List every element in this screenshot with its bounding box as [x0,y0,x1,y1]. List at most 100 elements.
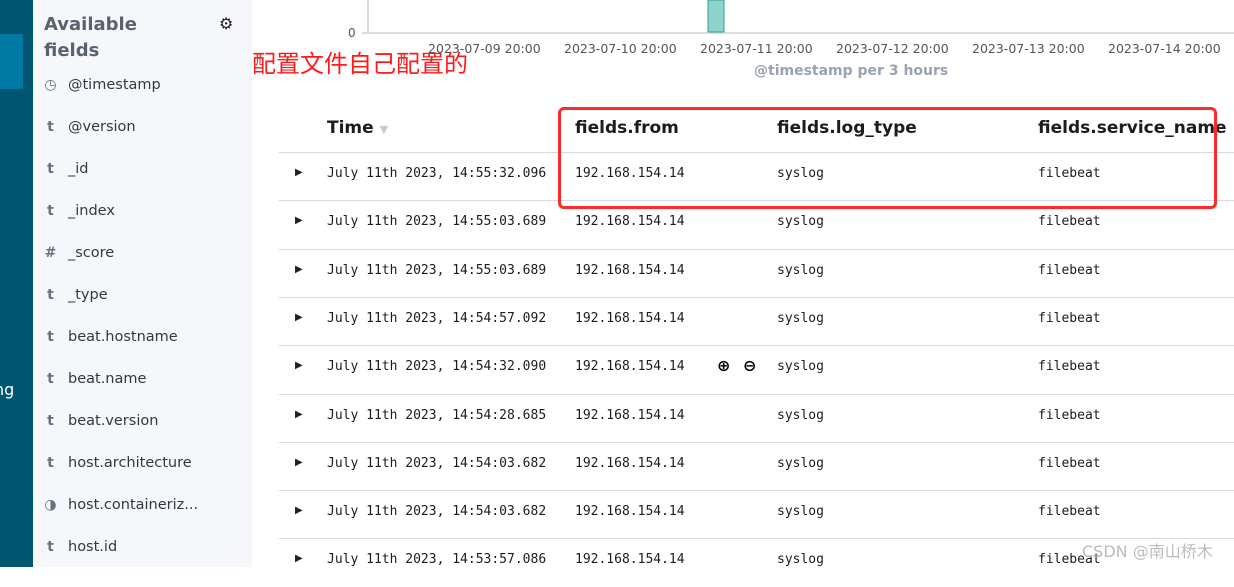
string-type-icon: t [47,413,54,429]
field-item[interactable]: t host.id [33,535,117,559]
table-cell: July 11th 2023, 14:54:32.090 [327,359,547,375]
expand-row-icon[interactable]: ▶ [295,215,303,226]
x-tick-label: 2023-07-13 20:00 [972,41,1085,56]
expand-row-icon[interactable]: ▶ [295,167,303,178]
expand-row-icon[interactable]: ▶ [295,457,303,468]
table-row[interactable]: ▶ July 11th 2023, 14:54:57.092 192.168.154… [279,296,1234,346]
number-type-icon: # [44,245,57,261]
table-cell: July 11th 2023, 14:54:28.685 [327,407,547,423]
y-tick-label: 0 [348,26,356,40]
table-cell: filebeat [1038,504,1101,520]
sidebar-title: Available fields [44,14,137,61]
table-cell: 192.168.154.14 [575,455,685,471]
string-type-icon: t [47,455,54,471]
table-cell: July 11th 2023, 14:53:57.086 [327,552,547,568]
table-cell: July 11th 2023, 14:54:03.682 [327,455,547,471]
x-tick-label: 2023-07-11 20:00 [700,41,813,56]
column-header-time[interactable]: Time ▼ [327,118,388,138]
table-cell: 192.168.154.14 [575,310,685,326]
table-cell: filebeat [1038,359,1101,375]
nav-active-item[interactable] [0,34,23,89]
table-cell: syslog [777,214,824,230]
table-cell: syslog [777,455,824,471]
table-cell: syslog [777,552,824,568]
table-cell: filebeat [1038,310,1101,326]
table-row[interactable]: ▶ July 11th 2023, 14:55:03.689 192.168.154… [279,248,1234,298]
table-cell: July 11th 2023, 14:54:03.682 [327,504,547,520]
header-label: Time [327,118,374,138]
table-cell: July 11th 2023, 14:55:03.689 [327,262,547,278]
table-cell: filebeat [1038,407,1101,423]
x-tick-label: 2023-07-10 20:00 [564,41,677,56]
string-type-icon: t [47,161,54,177]
field-item[interactable]: t _id [33,157,88,181]
field-name: host.id [68,539,118,555]
field-name: host.containeriz... [68,497,199,513]
field-name: host.architecture [68,455,192,471]
annotation-text: 配置文件自己配置的 [252,50,468,78]
table-cell: 192.168.154.14 [575,262,685,278]
highlight-box [558,107,1217,209]
string-type-icon: t [47,371,54,387]
table-cell: July 11th 2023, 14:55:03.689 [327,214,547,230]
table-row[interactable]: ▶ July 11th 2023, 14:54:03.682 192.168.154… [279,441,1234,491]
table-cell: syslog [777,504,824,520]
field-name: beat.hostname [68,329,178,345]
field-name: @version [68,119,136,135]
field-name: _index [68,203,115,219]
expand-row-icon[interactable]: ▶ [295,312,303,323]
expand-row-icon[interactable]: ▶ [295,264,303,275]
expand-row-icon[interactable]: ▶ [295,553,303,564]
field-item[interactable]: ◑ host.containeriz... [33,493,198,517]
x-tick-label: 2023-07-12 20:00 [836,41,949,56]
histogram-bar[interactable] [707,0,725,33]
boolean-type-icon: ◑ [44,497,57,513]
field-item[interactable]: t _index [33,199,115,223]
field-item[interactable]: t host.architecture [33,451,192,475]
nav-item-label[interactable]: ng [0,380,14,399]
table-cell: 192.168.154.14 [575,214,685,230]
table-cell: syslog [777,262,824,278]
table-cell: syslog [777,359,824,375]
table-cell: syslog [777,407,824,423]
expand-row-icon[interactable]: ▶ [295,409,303,420]
table-cell: filebeat [1038,455,1101,471]
table-row[interactable]: ▶ July 11th 2023, 14:54:03.682 192.168.154… [279,490,1234,539]
field-item[interactable]: t beat.version [33,409,158,433]
string-type-icon: t [47,287,54,303]
zoom-in-icon[interactable]: ⊕ [717,356,730,375]
string-type-icon: t [47,539,54,555]
table-cell: 192.168.154.14 [575,552,685,568]
table-cell: July 11th 2023, 14:54:57.092 [327,310,547,326]
gear-icon[interactable]: ⚙ [219,14,233,33]
table-row[interactable]: ▶ July 11th 2023, 14:54:32.090 192.168.154… [279,345,1234,394]
table-cell: July 11th 2023, 14:55:32.096 [327,166,547,181]
field-item[interactable]: # _score [33,241,115,265]
table-cell: 192.168.154.14 [575,407,685,423]
table-cell: syslog [777,310,824,326]
field-name: _id [68,161,89,177]
left-nav: ng [0,0,33,567]
expand-row-icon[interactable]: ▶ [295,360,303,371]
x-tick-label: 2023-07-14 20:00 [1108,41,1221,56]
field-name: beat.name [68,371,147,387]
field-name: _score [68,245,115,261]
field-item[interactable]: ◷ @timestamp [33,73,161,97]
clock-type-icon: ◷ [44,77,57,93]
table-cell: filebeat [1038,214,1101,230]
field-item[interactable]: t @version [33,115,136,139]
string-type-icon: t [47,203,54,219]
table-row[interactable]: ▶ July 11th 2023, 14:54:28.685 192.168.154… [279,393,1234,443]
string-type-icon: t [47,329,54,345]
field-item[interactable]: t _type [33,283,108,307]
expand-row-icon[interactable]: ▶ [295,505,303,516]
sort-down-icon[interactable]: ▼ [380,123,388,136]
table-cell: filebeat [1038,262,1101,278]
field-name: beat.version [68,413,159,429]
field-item[interactable]: t beat.name [33,367,146,391]
x-axis-label: @timestamp per 3 hours [754,63,949,79]
zoom-out-icon[interactable]: ⊖ [743,356,756,375]
field-item[interactable]: t beat.hostname [33,325,178,349]
watermark: CSDN @南山桥木 [1082,542,1213,561]
field-name: @timestamp [68,77,161,93]
